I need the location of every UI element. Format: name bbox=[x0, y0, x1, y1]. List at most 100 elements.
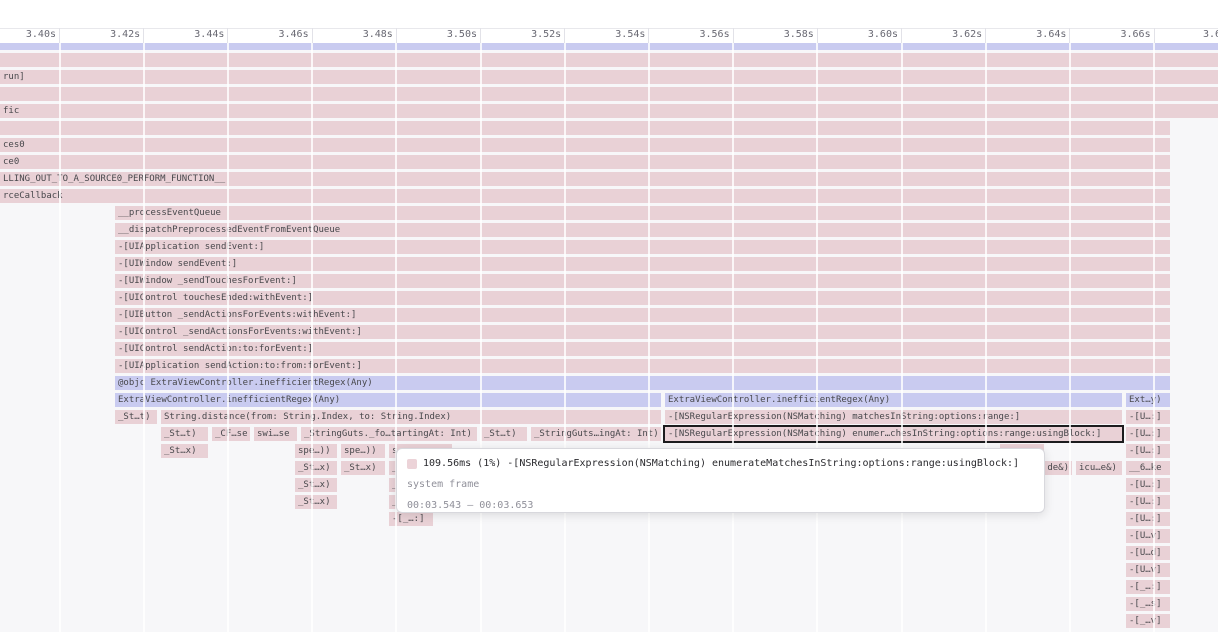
flame-bar[interactable]: ces0 bbox=[0, 138, 1170, 152]
flame-bar[interactable]: String.distance(from: String.Index, to: … bbox=[161, 410, 661, 424]
flame-bar[interactable]: -[UIApplication sendEvent:] bbox=[115, 240, 1170, 254]
frame-tooltip: 109.56ms (1%) -[NSRegularExpression(NSMa… bbox=[396, 448, 1045, 513]
flame-bar[interactable]: run] bbox=[0, 70, 1218, 84]
flame-bar[interactable]: -[UIControl sendAction:to:forEvent:] bbox=[115, 342, 1170, 356]
tick-mark bbox=[1154, 28, 1155, 43]
flame-bar-label: _St…x) bbox=[295, 495, 337, 509]
tooltip-summary-text: 109.56ms (1%) -[NSRegularExpression(NSMa… bbox=[423, 458, 1019, 469]
flame-bar[interactable]: @objc ExtraViewController.inefficientReg… bbox=[115, 376, 1170, 390]
time-tick-label: 3.40s bbox=[0, 29, 56, 41]
flame-bar-label: -[U…d] bbox=[1126, 546, 1170, 560]
flame-bar[interactable]: -[U…:] bbox=[1126, 495, 1170, 509]
flame-bar[interactable]: ce0 bbox=[0, 155, 1170, 169]
flame-bar[interactable]: -[UIWindow _sendTouchesForEvent:] bbox=[115, 274, 1170, 288]
flame-bar[interactable]: _St…x) bbox=[295, 495, 337, 509]
flame-bar-label: __6…ke bbox=[1126, 461, 1170, 475]
flame-bar[interactable]: __6…ke bbox=[1126, 461, 1170, 475]
flame-bar-label: _St…x) bbox=[161, 444, 208, 458]
gridline bbox=[901, 43, 903, 632]
flame-bar[interactable]: Ext…y) bbox=[1126, 393, 1170, 407]
flame-bar[interactable]: _St…x) bbox=[295, 461, 337, 475]
flame-bar[interactable]: -[_…v] bbox=[1126, 614, 1170, 628]
flame-bar-label: -[_…:] bbox=[1126, 580, 1170, 594]
flame-bar-label: ce0 bbox=[0, 155, 1170, 169]
flame-bar[interactable]: -[UIButton _sendActionsForEvents:withEve… bbox=[115, 308, 1170, 322]
flame-bar-label: @objc ExtraViewController.inefficientReg… bbox=[115, 376, 1170, 390]
flame-bar[interactable]: _St…t) bbox=[161, 427, 208, 441]
tick-mark bbox=[901, 28, 902, 43]
time-tick-label: 3.58s bbox=[754, 29, 814, 41]
tick-mark bbox=[227, 28, 228, 43]
flame-bar[interactable]: -[U…v] bbox=[1126, 529, 1170, 543]
gridline bbox=[227, 43, 229, 632]
tick-mark bbox=[396, 28, 397, 43]
time-tick-label: 3.64s bbox=[1006, 29, 1066, 41]
flame-bar[interactable]: -[U…d] bbox=[1126, 546, 1170, 560]
flame-bar[interactable]: __processEventQueue bbox=[115, 206, 1170, 220]
gridline bbox=[732, 43, 734, 632]
flame-bar[interactable]: -[UIApplication sendAction:to:from:forEv… bbox=[115, 359, 1170, 373]
flame-bar[interactable] bbox=[0, 87, 1218, 101]
flame-bar[interactable]: swi…se bbox=[254, 427, 297, 441]
gridline bbox=[143, 43, 145, 632]
flame-bar[interactable]: -[U…:] bbox=[1126, 410, 1170, 424]
time-tick-label: 3.50s bbox=[417, 29, 477, 41]
flame-bar[interactable]: spe…)) bbox=[341, 444, 385, 458]
flame-bar[interactable]: _St…x) bbox=[295, 478, 337, 492]
flame-bar[interactable]: -[UIWindow sendEvent:] bbox=[115, 257, 1170, 271]
flame-bar[interactable]: -[U…:] bbox=[1126, 478, 1170, 492]
gridline bbox=[648, 43, 650, 632]
flame-bar[interactable] bbox=[0, 53, 1218, 67]
flame-bar[interactable]: _St…t) bbox=[481, 427, 527, 441]
flame-bar[interactable]: spe…)) bbox=[295, 444, 337, 458]
flame-bar[interactable]: -[U…:] bbox=[1126, 427, 1170, 441]
flame-bar-label: -[UIControl sendAction:to:forEvent:] bbox=[115, 342, 1170, 356]
time-tick-label: 3.44s bbox=[164, 29, 224, 41]
tick-mark bbox=[1069, 28, 1070, 43]
gridline bbox=[985, 43, 987, 632]
flame-bar-label: -[U…:] bbox=[1126, 512, 1170, 526]
flame-bar[interactable]: _StringGuts._fo…tartingAt: Int) bbox=[301, 427, 477, 441]
flame-bar[interactable]: _St…x) bbox=[341, 461, 385, 475]
gridline bbox=[395, 43, 397, 632]
top-activity-band[interactable] bbox=[0, 43, 1218, 50]
flame-bar-label: -[U…:] bbox=[1126, 427, 1170, 441]
flame-bar-label: _St…x) bbox=[341, 461, 385, 475]
flame-bar-label: _StringGuts…ingAt: Int) bbox=[531, 427, 661, 441]
flame-bar[interactable]: -[_…s] bbox=[1126, 597, 1170, 611]
flame-bar-label: -[U…v] bbox=[1126, 529, 1170, 543]
flame-bar[interactable]: LLING_OUT_TO_A_SOURCE0_PERFORM_FUNCTION_… bbox=[0, 172, 1170, 186]
gridline bbox=[1153, 43, 1155, 632]
flame-bar-label: _St…x) bbox=[295, 478, 337, 492]
frame-color-swatch-icon bbox=[407, 459, 417, 469]
flame-bar[interactable] bbox=[0, 121, 1170, 135]
flame-bar[interactable]: -[U…:] bbox=[1126, 512, 1170, 526]
time-tick-label: 3.42s bbox=[80, 29, 140, 41]
flame-bar-label: -[U…v] bbox=[1126, 563, 1170, 577]
flame-bar[interactable]: -[U…v] bbox=[1126, 563, 1170, 577]
flame-bar[interactable]: __dispatchPreprocessedEventFromEventQueu… bbox=[115, 223, 1170, 237]
tick-mark bbox=[733, 28, 734, 43]
flame-bar-label: fic bbox=[0, 104, 1218, 118]
time-tick-label: 3.48s bbox=[333, 29, 393, 41]
flame-bar[interactable]: _CF…se bbox=[212, 427, 250, 441]
flame-bar[interactable]: _St…x) bbox=[161, 444, 208, 458]
flame-bar-label: _St…t) bbox=[115, 410, 157, 424]
tooltip-frame-kind: system frame bbox=[407, 476, 1034, 493]
flame-bar[interactable]: _St…t) bbox=[115, 410, 157, 424]
flame-bar[interactable]: fic bbox=[0, 104, 1218, 118]
flame-bar[interactable]: -[UIControl _sendActionsForEvents:withEv… bbox=[115, 325, 1170, 339]
flame-bar-label: -[UIApplication sendEvent:] bbox=[115, 240, 1170, 254]
tick-mark bbox=[312, 28, 313, 43]
flame-bar[interactable]: -[U…:] bbox=[1126, 444, 1170, 458]
flame-bar[interactable]: rceCallback bbox=[0, 189, 1170, 203]
tick-mark bbox=[480, 28, 481, 43]
flame-bar-label: _St…x) bbox=[295, 461, 337, 475]
flame-bar[interactable]: ExtraViewController.inefficientRegex(Any… bbox=[115, 393, 661, 407]
time-tick-label: 3.60s bbox=[838, 29, 898, 41]
flame-bar[interactable]: -[_…:] bbox=[1126, 580, 1170, 594]
flame-bar[interactable]: icu…e&) bbox=[1076, 461, 1122, 475]
flame-bar[interactable]: _StringGuts…ingAt: Int) bbox=[531, 427, 661, 441]
flame-bar[interactable]: -[UIControl touchesEnded:withEvent:] bbox=[115, 291, 1170, 305]
flame-bar-label: -[UIControl _sendActionsForEvents:withEv… bbox=[115, 325, 1170, 339]
